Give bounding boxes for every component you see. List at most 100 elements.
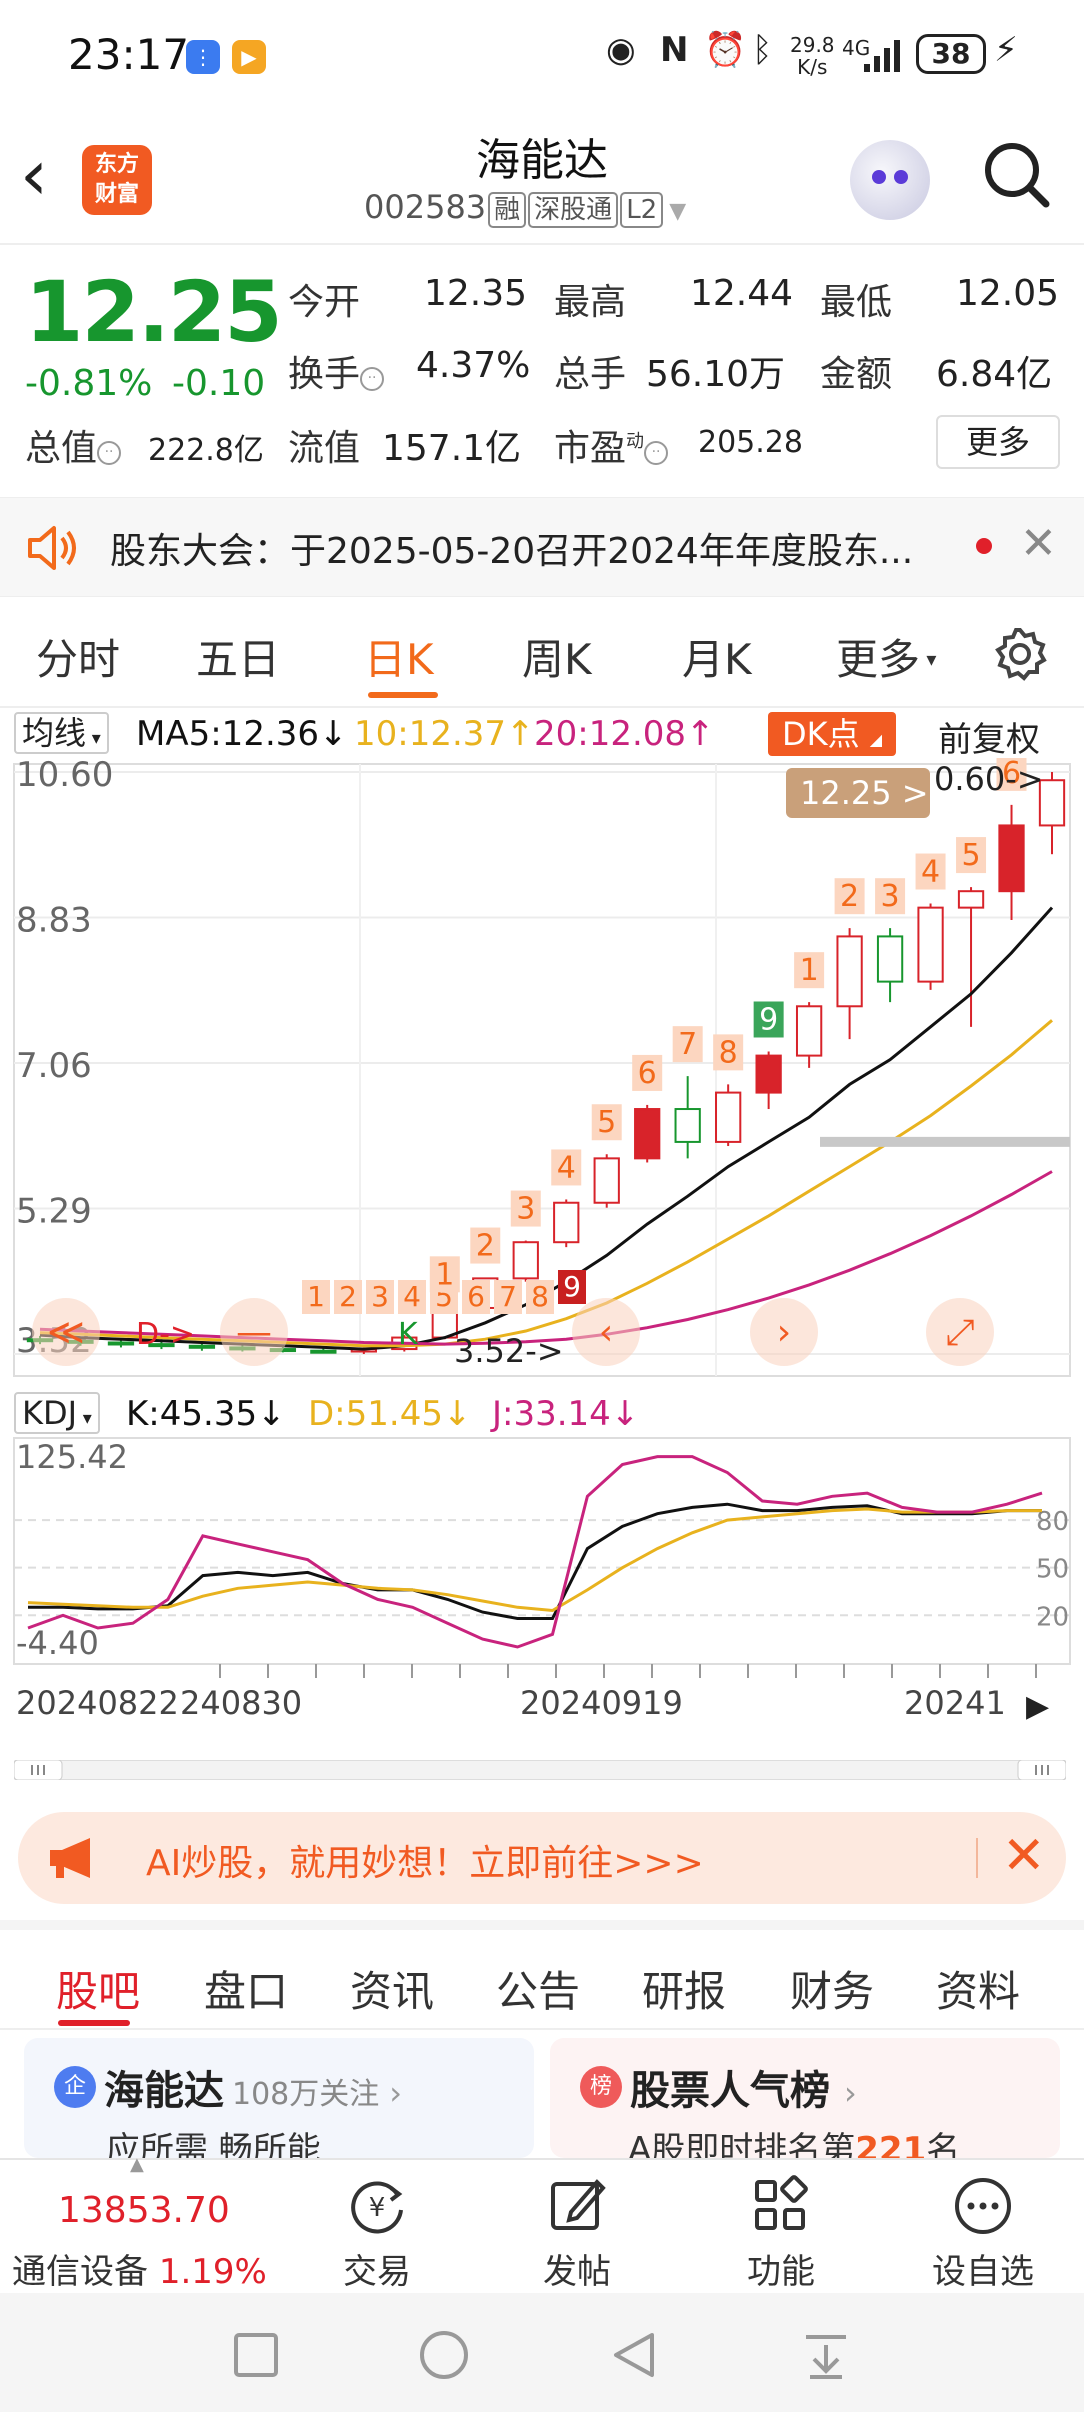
tab-monthly-k[interactable]: 月K xyxy=(682,626,752,687)
indicator-selector-label: 均线 xyxy=(22,714,87,752)
home-icon[interactable] xyxy=(418,2329,470,2381)
dropdown-icon: ▼ xyxy=(669,199,687,224)
ai-assistant-avatar[interactable] xyxy=(850,140,930,220)
system-navigation-bar xyxy=(0,2293,1084,2412)
notice-bar[interactable]: 股东大会：于2025-05-20召开2024年年度股东... ✕ xyxy=(0,497,1084,597)
kdj-y-tick: 125.42 xyxy=(16,1438,128,1476)
ranking-icon: 榜 xyxy=(580,2066,622,2108)
amount-value: 6.84亿 xyxy=(936,354,1053,395)
info-icon[interactable]: ·· xyxy=(644,441,669,465)
td-count-label: 4 xyxy=(921,855,940,890)
tab-profile[interactable]: 资料 xyxy=(936,1958,1020,2019)
low-value: 12.05 xyxy=(956,273,1060,314)
sub-indicator-selector[interactable]: KDJ ▾ xyxy=(14,1392,100,1434)
megaphone-icon xyxy=(50,1838,90,1878)
status-time: 23:17 xyxy=(68,30,190,79)
tab-more[interactable]: 更多 ▾ xyxy=(836,626,936,687)
settings-gear-icon[interactable] xyxy=(992,626,1048,682)
candle-body xyxy=(107,1341,135,1346)
search-icon[interactable] xyxy=(982,140,1052,210)
trade-label: 交易 xyxy=(343,2252,411,2292)
notification-pull-icon[interactable] xyxy=(800,2329,852,2381)
popularity-card-name: 股票人气榜 xyxy=(630,2068,830,2114)
kline-y-tick: 5.29 xyxy=(16,1192,92,1232)
back-nav-icon[interactable] xyxy=(608,2329,660,2381)
candle-body xyxy=(998,824,1025,893)
function-label: 功能 xyxy=(747,2252,815,2292)
trade-button[interactable]: ¥ 交易 xyxy=(312,2174,442,2293)
td-count-label: 6 xyxy=(638,1056,657,1091)
indicator-selector[interactable]: 均线 ▾ xyxy=(14,712,109,754)
candle-body xyxy=(310,1349,337,1354)
enterprise-icon: 企 xyxy=(54,2066,96,2108)
ma10-value: 10:12.37↑ xyxy=(354,714,535,754)
dk-point-button[interactable]: DK点 ◢ xyxy=(768,712,896,756)
tab-research[interactable]: 研报 xyxy=(642,1958,726,2019)
tab-news[interactable]: 资讯 xyxy=(350,1958,434,2019)
stock-code: 002583 xyxy=(364,188,487,226)
tab-financials[interactable]: 财务 xyxy=(790,1958,874,2019)
caret-icon: ▾ xyxy=(920,647,937,671)
sector-change: 1.19% xyxy=(158,2252,267,2292)
forum-card[interactable]: 企 海能达 108万关注 › 应所需 畅所能 xyxy=(24,2038,534,2158)
sector-index[interactable]: 通信设备 1.19% xyxy=(12,2244,267,2293)
candle-body xyxy=(957,890,985,909)
ai-promo-text: AI炒股，就用妙想！立即前往>>> xyxy=(146,1843,704,1884)
recent-apps-icon[interactable] xyxy=(232,2331,280,2379)
candle-body xyxy=(634,1108,661,1160)
post-button[interactable]: 发帖 xyxy=(512,2174,642,2293)
net-speed: 29.8 K/s xyxy=(790,34,835,78)
quote-panel: 12.25 -0.81% -0.10 今开 12.35 最高 12.44 最低 … xyxy=(0,245,1084,495)
tab-announcements[interactable]: 公告 xyxy=(496,1958,580,2019)
close-icon[interactable]: ✕ xyxy=(1020,518,1057,569)
net-speed-value: 29.8 xyxy=(790,33,835,57)
adjust-selector[interactable]: 前复权 xyxy=(938,712,1040,761)
td-count-label: 2 xyxy=(476,1229,495,1264)
candle-body xyxy=(553,1201,580,1244)
popularity-card[interactable]: 榜 股票人气榜 › A股即时排名第221名 xyxy=(550,2038,1060,2158)
candle-body xyxy=(755,1054,782,1094)
td-count-label: 7 xyxy=(678,1027,697,1062)
follower-count: 108万关注 xyxy=(232,2077,380,2112)
td-count-label: 8 xyxy=(531,1280,549,1313)
scroll-left-icon-glyph: ≪ xyxy=(47,1312,85,1353)
td-count-label: 3 xyxy=(516,1192,535,1227)
td-count-label: 1 xyxy=(435,1257,454,1292)
floatcap-value: 157.1亿 xyxy=(382,428,522,469)
stock-code-row[interactable]: 002583 融深股通 L2 ▼ xyxy=(364,188,686,228)
margin-tag: 融 xyxy=(488,192,527,228)
sector-index-value[interactable]: 13853.70 xyxy=(58,2190,230,2231)
tab-more-label: 更多 xyxy=(836,635,921,684)
mktcap-label: 总值 ·· xyxy=(25,419,122,471)
play-app-icon: ▶ xyxy=(232,40,266,74)
candle-body xyxy=(795,1005,823,1057)
close-icon[interactable]: ✕ xyxy=(1002,1826,1046,1886)
tab-intraday[interactable]: 分时 xyxy=(36,626,120,687)
tab-forum[interactable]: 股吧 xyxy=(56,1958,140,2019)
tab-orderbook[interactable]: 盘口 xyxy=(204,1958,288,2019)
x-axis-next-icon[interactable]: ▶ xyxy=(1026,1689,1049,1724)
tab-weekly-k[interactable]: 周K xyxy=(522,626,592,687)
function-button[interactable]: 功能 xyxy=(716,2174,846,2293)
candle-body xyxy=(512,1241,539,1280)
grid-icon xyxy=(755,2175,808,2230)
td-count-label: 4 xyxy=(557,1150,576,1185)
dk-point-label: DK点 xyxy=(781,715,860,753)
candle-body xyxy=(836,935,863,1008)
info-icon[interactable]: ·· xyxy=(97,441,122,465)
ai-promo-banner[interactable]: AI炒股，就用妙想！立即前往>>> ✕ xyxy=(18,1812,1066,1904)
net-speed-unit: K/s xyxy=(797,55,828,79)
tab-five-day[interactable]: 五日 xyxy=(196,626,280,687)
info-icon[interactable]: ·· xyxy=(360,367,385,391)
ma-legend: 均线 ▾ MA5:12.36↓ 10:12.37↑ 20:12.08↑ DK点 … xyxy=(0,708,1084,761)
low-price-marker: 3.52-> xyxy=(454,1332,564,1370)
kline-chart-area[interactable]: 10.608.837.065.293.521234567891234567891… xyxy=(0,758,1084,1758)
chart-period-tabs: 分时 五日 日K 周K 月K 更多 ▾ xyxy=(0,598,1084,708)
pe-dynamic-mark: 动 xyxy=(626,431,645,452)
add-watchlist-button[interactable]: 设自选 xyxy=(918,2174,1048,2293)
more-button[interactable]: 更多 xyxy=(936,415,1060,469)
turnover-label-text: 换手 xyxy=(288,354,361,395)
chart-range-scrollbar[interactable] xyxy=(14,1760,1066,1780)
tab-daily-k[interactable]: 日K xyxy=(364,626,434,687)
next-icon-glyph: › xyxy=(777,1312,791,1353)
